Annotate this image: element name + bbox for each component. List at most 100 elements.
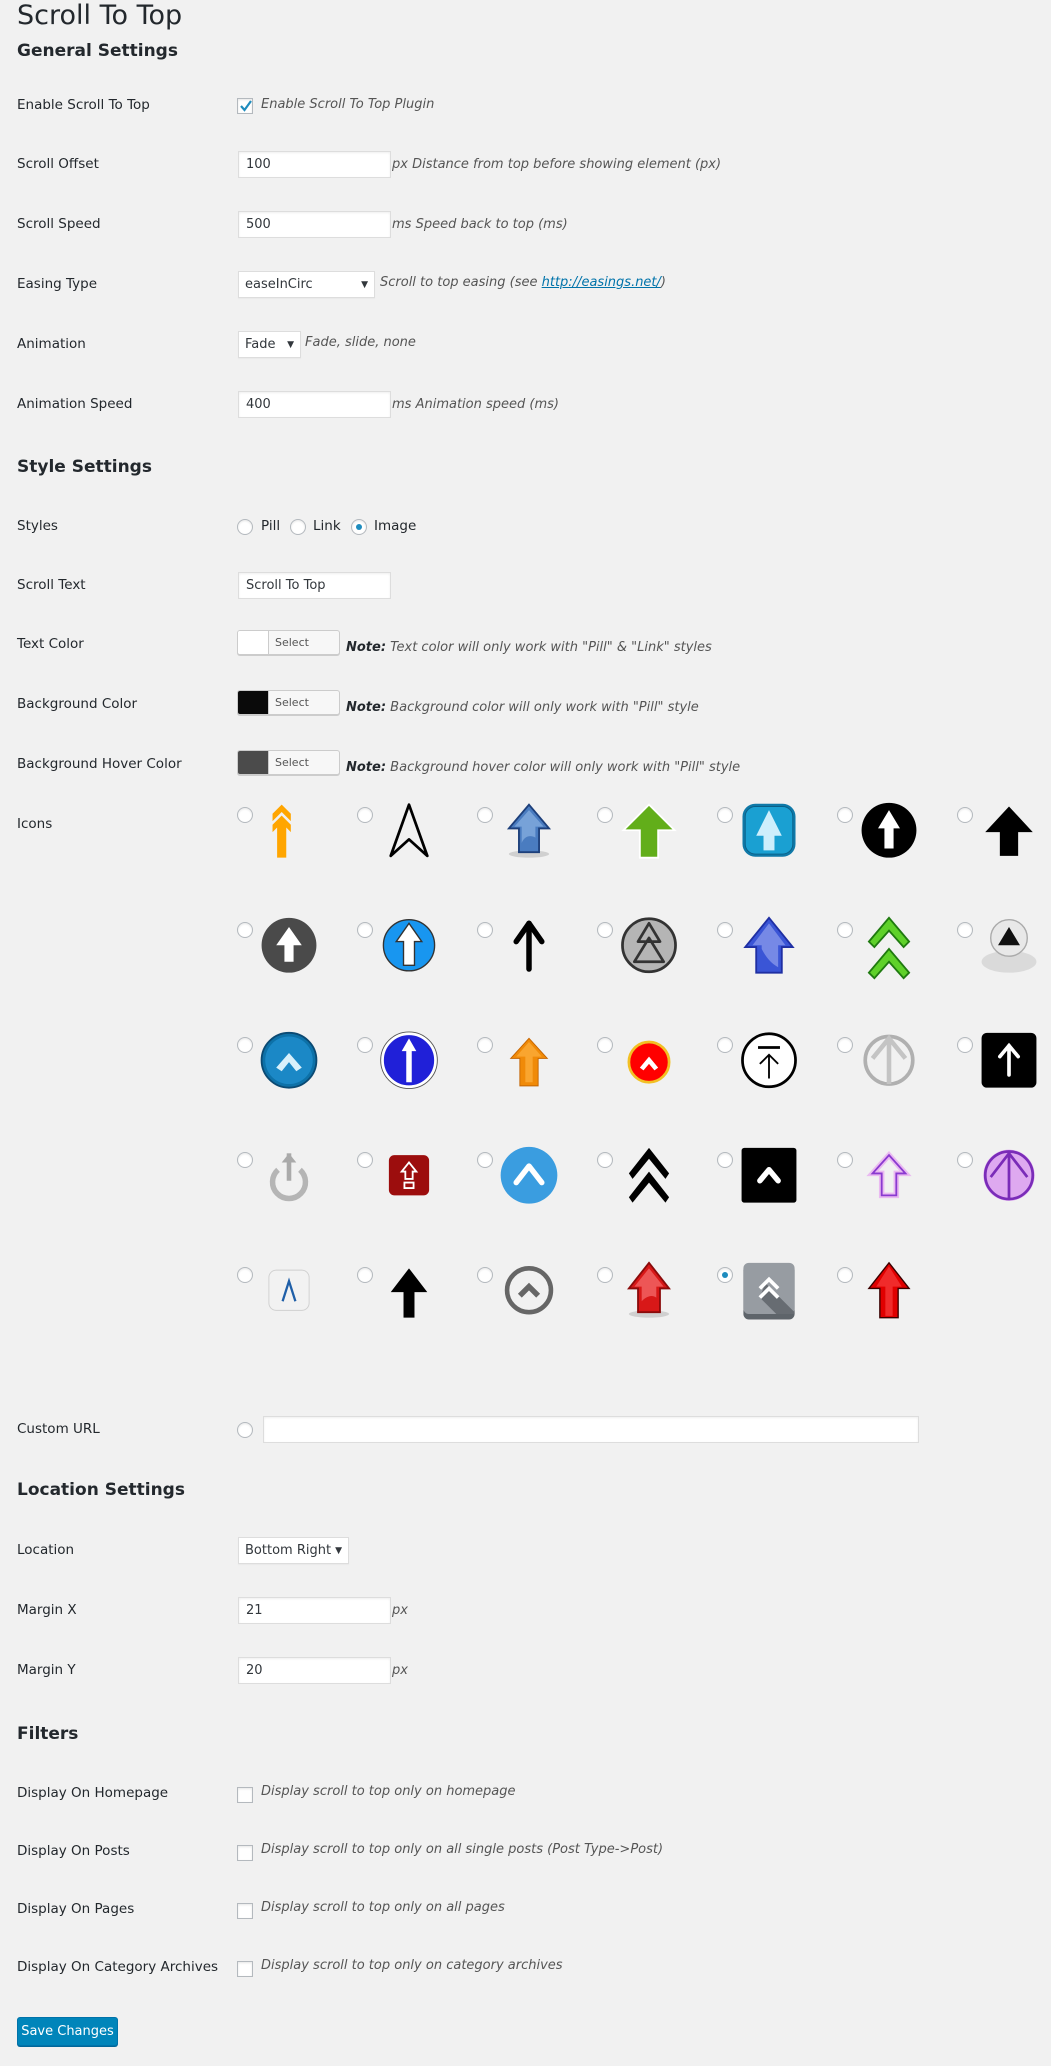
dark-gray-circle-arrow-up-icon[interactable] <box>257 916 321 980</box>
icon-option[interactable] <box>597 1261 717 1367</box>
icon-radio[interactable] <box>837 1037 853 1053</box>
green-double-chevron-up-icon[interactable] <box>857 916 921 980</box>
easing-type-select[interactable]: easeInCirc ▼ <box>238 271 375 298</box>
background-color-picker[interactable]: Select Color <box>237 690 340 715</box>
icon-radio[interactable] <box>957 1152 973 1168</box>
icon-radio[interactable] <box>717 1267 733 1283</box>
icon-option[interactable] <box>477 1146 597 1252</box>
icon-option[interactable] <box>357 918 477 1022</box>
animation-speed-input[interactable]: 400 <box>238 391 391 418</box>
icon-radio[interactable] <box>717 1152 733 1168</box>
filter-homepage-checkbox[interactable] <box>237 1787 253 1803</box>
icon-radio[interactable] <box>477 1037 493 1053</box>
select-color-button[interactable]: Select Color <box>275 631 339 654</box>
white-tile-caret-up-icon[interactable] <box>257 1261 321 1325</box>
green-arrow-up-icon[interactable] <box>617 801 681 865</box>
filter-posts-checkbox[interactable] <box>237 1845 253 1861</box>
black-double-chevron-up-icon[interactable] <box>617 1146 681 1210</box>
blue-circle-caret-up-icon[interactable] <box>497 1146 561 1210</box>
icon-radio[interactable] <box>357 922 373 938</box>
icon-option[interactable] <box>837 916 957 1022</box>
style-radio-link[interactable] <box>290 519 306 535</box>
scroll-speed-input[interactable]: 500 <box>238 211 391 238</box>
select-color-button[interactable]: Select Color <box>275 691 339 714</box>
red-square-arrow-up-icon[interactable] <box>377 1146 441 1210</box>
blue-circle-arrow-up-icon[interactable] <box>377 916 441 980</box>
icon-option[interactable] <box>357 803 477 907</box>
easings-link[interactable]: http://easings.net/ <box>542 275 661 290</box>
icon-option[interactable] <box>357 1031 477 1137</box>
black-circle-arrow-up-icon[interactable] <box>857 801 921 865</box>
purple-neon-arrow-up-icon[interactable] <box>857 1146 921 1210</box>
style-radio-image[interactable] <box>351 519 367 535</box>
icon-radio[interactable] <box>597 922 613 938</box>
filter-category-archives-checkbox[interactable] <box>237 1961 253 1977</box>
save-changes-button[interactable]: Save Changes <box>17 2017 118 2046</box>
icon-radio[interactable] <box>477 807 493 823</box>
black-bold-arrow-up-icon[interactable] <box>377 1261 441 1325</box>
icon-option[interactable] <box>477 920 597 1022</box>
orange-gradient-arrow-up-icon[interactable] <box>497 1031 561 1095</box>
black-square-arrow-up-icon[interactable] <box>977 1031 1041 1095</box>
icon-option[interactable] <box>237 1031 357 1137</box>
icon-radio[interactable] <box>477 1152 493 1168</box>
blue-sign-arrow-up-icon[interactable] <box>377 1031 441 1095</box>
icon-radio[interactable] <box>357 807 373 823</box>
icon-radio[interactable] <box>837 922 853 938</box>
icon-radio[interactable] <box>357 1267 373 1283</box>
margin-x-input[interactable]: 21 <box>238 1597 391 1624</box>
icon-radio[interactable] <box>717 922 733 938</box>
icon-radio[interactable] <box>357 1037 373 1053</box>
icon-radio[interactable] <box>957 807 973 823</box>
icon-radio[interactable] <box>957 1037 973 1053</box>
custom-url-radio[interactable] <box>237 1422 253 1438</box>
icon-option[interactable] <box>597 917 717 1022</box>
blue-square-glossy-arrow-icon[interactable] <box>737 801 801 865</box>
purple-neon-circle-arrow-icon[interactable] <box>977 1146 1041 1210</box>
icon-option[interactable] <box>597 1037 717 1137</box>
icon-radio[interactable] <box>597 1267 613 1283</box>
location-select[interactable]: Bottom Right ▼ <box>238 1537 349 1564</box>
icon-option[interactable] <box>237 1152 357 1252</box>
blue-gradient-arrow-up-icon[interactable] <box>737 916 801 980</box>
icon-radio[interactable] <box>597 1037 613 1053</box>
icon-option[interactable] <box>837 1261 957 1367</box>
blue-glossy-arrow-up-icon[interactable] <box>497 801 561 865</box>
icon-radio[interactable] <box>837 1152 853 1168</box>
icon-radio[interactable] <box>357 1152 373 1168</box>
icon-option[interactable] <box>717 916 837 1022</box>
icon-option[interactable] <box>597 1147 717 1252</box>
icon-option[interactable] <box>597 803 717 907</box>
icon-option[interactable] <box>477 803 597 907</box>
silver-orb-triangle-icon[interactable] <box>977 916 1041 980</box>
icon-radio[interactable] <box>237 1152 253 1168</box>
icon-option[interactable] <box>957 1032 1051 1137</box>
blue-circle-chevron-up-icon[interactable] <box>257 1031 321 1095</box>
margin-y-input[interactable]: 20 <box>238 1657 391 1684</box>
icon-option[interactable] <box>717 1147 837 1252</box>
background-hover-color-picker[interactable]: Select Color <box>237 750 340 775</box>
silver-power-arrow-icon[interactable] <box>257 1146 321 1210</box>
filter-pages-checkbox[interactable] <box>237 1903 253 1919</box>
icon-radio[interactable] <box>237 1037 253 1053</box>
icon-option[interactable] <box>357 1267 477 1367</box>
red-glossy-arrow-up-icon[interactable] <box>617 1261 681 1325</box>
icon-radio[interactable] <box>477 1267 493 1283</box>
icon-option[interactable] <box>837 1151 957 1252</box>
icon-option[interactable] <box>357 1152 477 1252</box>
icon-option[interactable] <box>957 806 1051 907</box>
icon-radio[interactable] <box>597 807 613 823</box>
enable-checkbox[interactable] <box>237 98 253 114</box>
icon-option[interactable] <box>237 1267 357 1367</box>
icon-radio[interactable] <box>837 1267 853 1283</box>
icon-option[interactable] <box>237 917 357 1022</box>
circle-arrow-to-top-icon[interactable] <box>737 1031 801 1095</box>
icon-radio[interactable] <box>237 1267 253 1283</box>
icon-option[interactable] <box>477 1266 597 1367</box>
black-square-caret-up-icon[interactable] <box>737 1146 801 1210</box>
icon-option[interactable] <box>717 1032 837 1137</box>
icon-option[interactable] <box>837 1034 957 1137</box>
gray-ring-chevron-up-icon[interactable] <box>497 1261 561 1325</box>
scroll-text-input[interactable]: Scroll To Top <box>238 572 391 599</box>
icon-radio[interactable] <box>477 922 493 938</box>
